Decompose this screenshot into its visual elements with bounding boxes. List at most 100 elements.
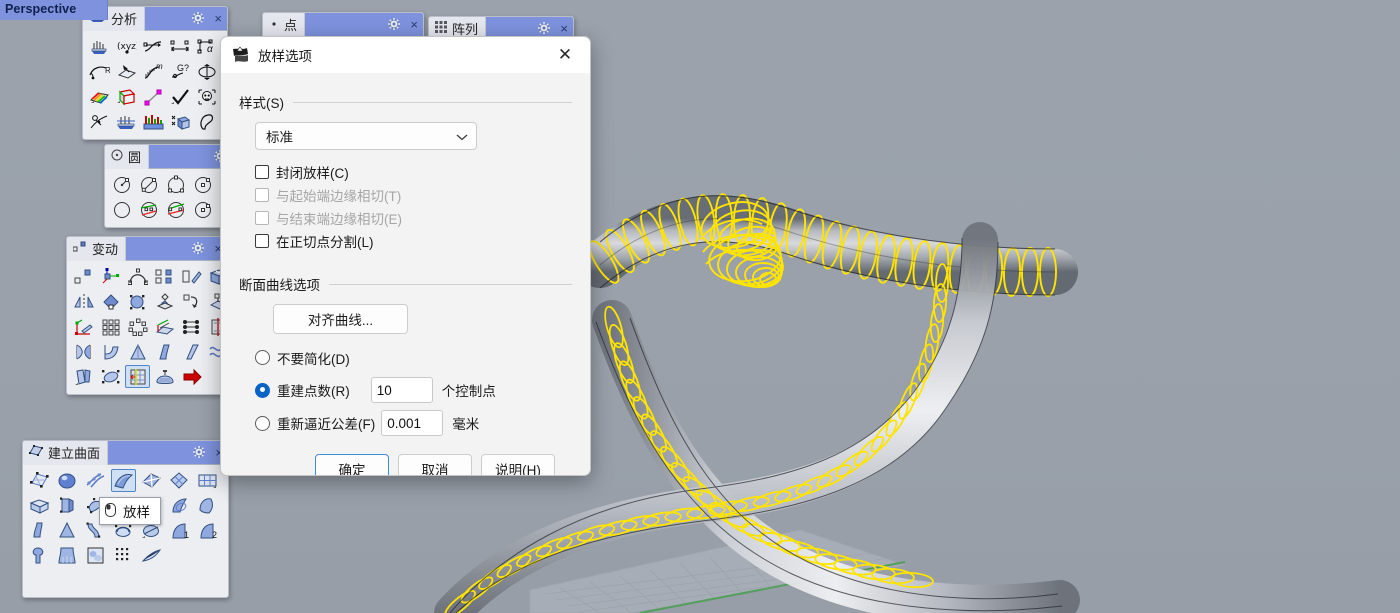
close-icon[interactable]: × <box>214 11 222 26</box>
tool-icon-zebra[interactable] <box>87 85 112 108</box>
tool-icon-circle-perp-curve[interactable] <box>163 198 188 221</box>
checkbox-row-split-at-tangents[interactable]: 在正切点分割(L) <box>255 229 572 252</box>
tool-icon-shear[interactable] <box>152 340 177 363</box>
dialog-titlebar[interactable]: 放样选项 ✕ <box>221 37 590 73</box>
tool-icon-rotate[interactable] <box>125 265 150 288</box>
tool-icon-sweep-2-rails-1[interactable]: 1 <box>167 519 192 542</box>
radio-no-simplify[interactable] <box>255 350 270 365</box>
radio-row-refit-tolerance[interactable]: 重新逼近公差(F) 0.001 毫米 <box>255 409 572 437</box>
tool-icon-array-polar[interactable] <box>125 315 150 338</box>
panel-titlebar[interactable]: 点 × <box>263 13 423 37</box>
tool-icon-continuity-check[interactable]: G? <box>168 60 193 83</box>
tool-icon-bend[interactable] <box>98 340 123 363</box>
loft-options-dialog[interactable]: 放样选项 ✕ 样式(S) 标准 封闭放样(C) 与起始端边缘相切(T) 与结束端… <box>220 36 591 476</box>
tool-icon-surface-from-network[interactable] <box>195 469 220 492</box>
tool-icon-orient-3point[interactable] <box>71 315 96 338</box>
tool-icon-histogram[interactable] <box>141 110 166 133</box>
tool-icon-network-surface[interactable] <box>167 469 192 492</box>
checkbox-closed-loft[interactable] <box>255 164 269 179</box>
tool-icon-surface-deviation[interactable] <box>114 60 139 83</box>
align-curves-button[interactable]: 对齐曲线... <box>273 304 408 334</box>
tool-icon-environment-map[interactable] <box>114 85 139 108</box>
tool-icon-copy[interactable] <box>152 265 177 288</box>
tool-icon-point-grid[interactable] <box>111 544 136 567</box>
style-select[interactable]: 标准 <box>255 122 477 150</box>
tool-icon-flow[interactable] <box>71 365 96 388</box>
tool-icon-surface-from-curves[interactable] <box>83 469 108 492</box>
tool-icon-bad-object[interactable] <box>195 85 220 108</box>
tool-icon-sweep-2-rails-2[interactable]: 2 <box>195 519 220 542</box>
tool-icon-surface-from-points[interactable] <box>27 469 52 492</box>
tool-icon-drape[interactable] <box>27 519 52 542</box>
tool-icon-move-gumball[interactable] <box>98 265 123 288</box>
tool-icon-surface-from-mesh[interactable] <box>27 544 52 567</box>
tool-icon-scale-2d[interactable] <box>98 290 123 313</box>
tool-icon-curvature[interactable] <box>141 35 166 58</box>
panel-titlebar[interactable]: 变动 × <box>67 236 227 261</box>
radio-row-rebuild-points[interactable]: 重建点数(R) 10 个控制点 <box>255 376 572 404</box>
tool-icon-surface-from-3-4-points[interactable] <box>55 469 80 492</box>
tool-icon-point-deviation[interactable] <box>141 85 166 108</box>
tool-icon-draft-angle[interactable] <box>195 60 220 83</box>
tool-icon-twist[interactable] <box>71 340 96 363</box>
tool-icon-circle-diameter[interactable] <box>136 173 161 196</box>
close-icon[interactable]: ✕ <box>544 38 586 72</box>
tool-icon-sweep-1-rail[interactable] <box>139 469 164 492</box>
tool-icon-move[interactable] <box>71 265 96 288</box>
tool-icon-surface-analysis[interactable] <box>87 35 112 58</box>
tool-icon-section-analysis[interactable] <box>114 110 139 133</box>
tool-icon-rail-revolve[interactable] <box>167 494 192 517</box>
tool-icon-xyz-point[interactable]: (xyz) <box>114 35 139 58</box>
gear-icon[interactable] <box>191 11 205 30</box>
tool-icon-curvature-graph[interactable]: m <box>141 60 166 83</box>
close-icon[interactable]: × <box>560 21 568 36</box>
tool-icon-circle-plain[interactable] <box>109 198 134 221</box>
tool-icon-project-to-plane[interactable] <box>152 290 177 313</box>
checkbox-split-at-tangents[interactable] <box>255 233 269 248</box>
gear-icon[interactable] <box>387 17 401 36</box>
tool-icon-cage-edit[interactable] <box>125 365 150 388</box>
close-icon[interactable]: × <box>410 17 418 32</box>
tool-icon-flow-along-surface[interactable] <box>98 365 123 388</box>
tool-icon-loft[interactable] <box>111 469 136 492</box>
gear-icon[interactable] <box>191 241 205 260</box>
tool-icon-cone[interactable] <box>55 519 80 542</box>
tool-icon-area[interactable] <box>195 110 220 133</box>
help-button[interactable]: 说明(H) <box>481 454 555 475</box>
tool-icon-check-object[interactable] <box>168 85 193 108</box>
gear-icon[interactable] <box>192 445 206 464</box>
tool-icon-angle[interactable]: α <box>195 35 220 58</box>
tool-icon-shear-2[interactable] <box>179 340 204 363</box>
tool-icon-circle-deformable[interactable] <box>190 198 215 221</box>
tool-icon-rotate-3d[interactable] <box>179 265 204 288</box>
tool-icon-picture-frame[interactable] <box>83 544 108 567</box>
tool-icon-soft-edit[interactable] <box>152 365 177 388</box>
tool-icon-circle-center-radius[interactable] <box>109 173 134 196</box>
tool-icon-circle-around-curve[interactable] <box>136 198 161 221</box>
tool-icon-fin[interactable] <box>139 544 164 567</box>
cancel-button[interactable]: 取消 <box>398 454 472 475</box>
ok-button[interactable]: 确定 <box>315 454 389 475</box>
tool-icon-planar-surface[interactable] <box>27 494 52 517</box>
tool-icon-surface-patch[interactable] <box>195 494 220 517</box>
tool-icon-circle-3-points[interactable] <box>163 173 188 196</box>
panel-titlebar[interactable]: 建立曲面 × <box>23 440 228 465</box>
tool-icon-radius[interactable]: R <box>87 60 112 83</box>
tool-icon-heightfield[interactable] <box>55 544 80 567</box>
tool-icon-distance[interactable] <box>168 35 193 58</box>
rebuild-point-count-input[interactable]: 10 <box>370 377 433 403</box>
radio-row-no-simplify[interactable]: 不要简化(D) <box>255 346 572 369</box>
tool-icon-extrude-straight[interactable] <box>55 494 80 517</box>
tool-icon-array-rect[interactable] <box>98 315 123 338</box>
refit-tolerance-input[interactable]: 0.001 <box>381 410 444 436</box>
tool-icon-extract-points[interactable] <box>87 110 112 133</box>
tool-icon-array-on-surface[interactable] <box>152 315 177 338</box>
tool-icon-circle-tangent[interactable] <box>190 173 215 196</box>
tool-icon-mirror[interactable] <box>71 290 96 313</box>
tool-icon-scale-3d[interactable] <box>125 290 150 313</box>
tool-icon-array-along-curve[interactable] <box>179 315 204 338</box>
tool-icon-apply-transform[interactable] <box>179 365 204 388</box>
toolbar-panel-analysis[interactable]: 分析 × (xyz) α R m G? <box>82 6 228 140</box>
radio-refit-tolerance[interactable] <box>255 415 270 431</box>
tool-icon-volume[interactable] <box>168 110 193 133</box>
